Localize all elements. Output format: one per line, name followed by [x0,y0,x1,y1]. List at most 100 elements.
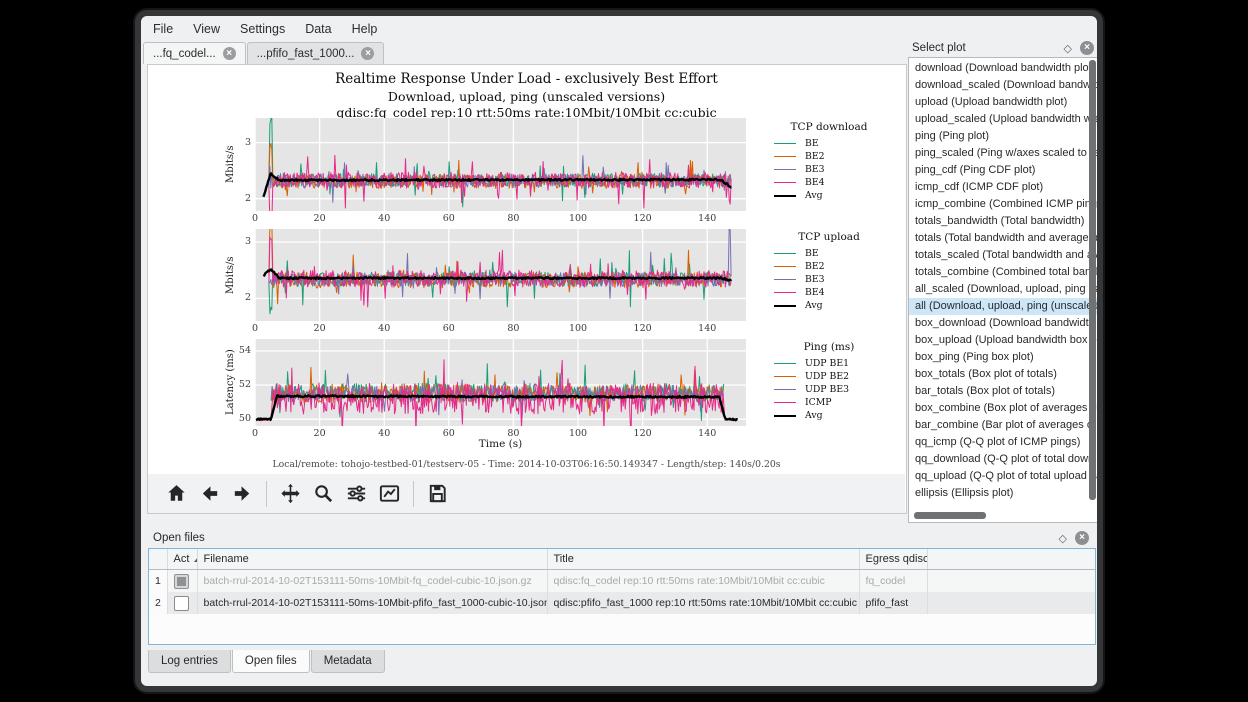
plot-list-item[interactable]: totals_bandwidth (Total bandwidth) [909,213,1097,230]
window-content: FileViewSettingsDataHelp ...fq_codel....… [141,16,1097,686]
plot-list-item[interactable]: box_totals (Box plot of totals) [909,366,1097,383]
plot-list-item[interactable]: ellipsis (Ellipsis plot) [909,485,1097,502]
legend-entry: UDP BE1 [758,357,900,370]
tcp-download-axes: 02040608010012014023Mbits/s [255,118,746,211]
legend-entry: BE [758,137,900,150]
close-dock-icon[interactable] [1080,41,1094,55]
bottom-tab-metadata[interactable]: Metadata [311,650,385,673]
plot-list-item[interactable]: bar_combine (Bar plot of averages of sev [909,417,1097,434]
zoom-button[interactable] [307,478,340,509]
legend-entry: BE3 [758,163,900,176]
toolbar-separator [266,481,267,507]
column-header-title[interactable]: Title [547,549,859,570]
y-tick-label: 3 [235,137,251,148]
plot-list-item[interactable]: icmp_combine (Combined ICMP ping pl [909,196,1097,213]
y-tick-label: 2 [235,193,251,204]
legend-label: BE2 [805,261,825,272]
plot-list-item[interactable]: all_scaled (Download, upload, ping (scal… [909,281,1097,298]
legend-label: BE4 [805,287,825,298]
plot-list-item[interactable]: download (Download bandwidth plot) [909,60,1097,77]
home-button[interactable] [160,478,193,509]
plot-list-item[interactable]: qq_icmp (Q-Q plot of ICMP pings) [909,434,1097,451]
plot-list-item[interactable]: ping_scaled (Ping w/axes scaled to remo [909,145,1097,162]
filler-cell [927,570,1095,593]
x-tick-label: 40 [371,323,397,334]
customize-button[interactable] [373,478,406,509]
plot-list-item[interactable]: ping_cdf (Ping CDF plot) [909,162,1097,179]
plot-list-item[interactable]: icmp_cdf (ICMP CDF plot) [909,179,1097,196]
plot-tab[interactable]: ...fq_codel... [143,42,246,64]
save-button[interactable] [421,478,454,509]
plot-tab[interactable]: ...pfifo_fast_1000... [247,42,385,64]
legend-title: TCP download [758,121,900,133]
forward-button[interactable] [226,478,259,509]
y-axis-label: Mbits/s [224,229,237,321]
column-header-act[interactable]: Act [167,549,197,570]
plot-list-item[interactable]: box_upload (Upload bandwidth box plo [909,332,1097,349]
table-row[interactable]: 1batch-rrul-2014-10-02T153111-50ms-10Mbi… [149,570,1095,593]
horizontal-scrollbar[interactable] [914,512,986,519]
plot-list-item[interactable]: all (Download, upload, ping (unscaled ve [909,298,1097,315]
menu-help[interactable]: Help [342,18,388,40]
x-tick-label: 60 [436,323,462,334]
x-tick-label: 80 [500,213,526,224]
legend-label: BE [805,138,819,149]
legend-line-sample [774,253,796,254]
tab-close-icon[interactable] [223,47,236,60]
plot-list-item[interactable]: totals_scaled (Total bandwidth and aver [909,247,1097,264]
plot-list-item[interactable]: box_download (Download bandwidth b [909,315,1097,332]
legend-line-sample [774,279,796,280]
tcp-download-legend: TCP downloadBEBE2BE3BE4Avg [758,121,900,202]
legend-entry: BE2 [758,150,900,163]
open-files-dock-title: Open files [141,532,205,544]
pan-button[interactable] [274,478,307,509]
column-header-filename[interactable]: Filename [197,549,547,570]
y-tick-label: 2 [235,292,251,303]
menu-settings[interactable]: Settings [230,18,295,40]
title-cell: qdisc:pfifo_fast_1000 rep:10 rtt:50ms ra… [547,592,859,614]
select-plot-dock-title: Select plot [908,42,966,54]
menu-file[interactable]: File [143,18,183,40]
plot-list-item[interactable]: box_combine (Box plot of averages of se [909,400,1097,417]
float-dock-icon[interactable] [1064,39,1072,57]
legend-entry: BE2 [758,260,900,273]
legend-title: TCP upload [758,231,900,243]
menu-data[interactable]: Data [295,18,341,40]
float-dock-icon[interactable] [1059,529,1067,547]
table-row[interactable]: 2batch-rrul-2014-10-02T153111-50ms-10Mbi… [149,592,1095,614]
filename-cell: batch-rrul-2014-10-02T153111-50ms-10Mbit… [197,570,547,593]
plot-list-item[interactable]: upload (Upload bandwidth plot) [909,94,1097,111]
bottom-tab-log-entries[interactable]: Log entries [148,650,231,673]
active-checkbox[interactable] [174,574,189,589]
close-dock-icon[interactable] [1075,531,1089,545]
vertical-scrollbar[interactable] [1089,60,1096,500]
plot-list-item[interactable]: ping (Ping plot) [909,128,1097,145]
y-tick-label: 50 [235,413,251,424]
plot-list-item[interactable]: download_scaled (Download bandwidth [909,77,1097,94]
ping-axes: 020406080100120140505254Latency (ms) [255,339,746,426]
plot-list-item[interactable]: qq_download (Q-Q plot of total downloa [909,451,1097,468]
subplots-button[interactable] [340,478,373,509]
legend-line-sample [774,292,796,293]
legend-entry: BE4 [758,176,900,189]
menu-view[interactable]: View [183,18,230,40]
legend-entry: BE3 [758,273,900,286]
tab-close-icon[interactable] [361,47,374,60]
filename-cell: batch-rrul-2014-10-02T153111-50ms-10Mbit… [197,592,547,614]
column-header-egress-qdisc[interactable]: Egress qdisc [859,549,927,570]
plot-list-item[interactable]: totals_combine (Combined total bandw [909,264,1097,281]
tcp-upload-legend: TCP uploadBEBE2BE3BE4Avg [758,231,900,312]
active-checkbox-cell [167,592,197,614]
legend-line-sample [774,266,796,267]
back-button[interactable] [193,478,226,509]
y-tick-label: 54 [235,345,251,356]
plot-list-item[interactable]: bar_totals (Box plot of totals) [909,383,1097,400]
plot-list-item[interactable]: upload_scaled (Upload bandwidth w/ax [909,111,1097,128]
active-checkbox-cell [167,570,197,593]
legend-entry: UDP BE2 [758,370,900,383]
plot-list-item[interactable]: totals (Total bandwidth and average pin [909,230,1097,247]
plot-list-item[interactable]: qq_upload (Q-Q plot of total upload ban [909,468,1097,485]
bottom-tab-open-files[interactable]: Open files [232,650,310,673]
plot-list-item[interactable]: box_ping (Ping box plot) [909,349,1097,366]
active-checkbox[interactable] [174,596,189,611]
